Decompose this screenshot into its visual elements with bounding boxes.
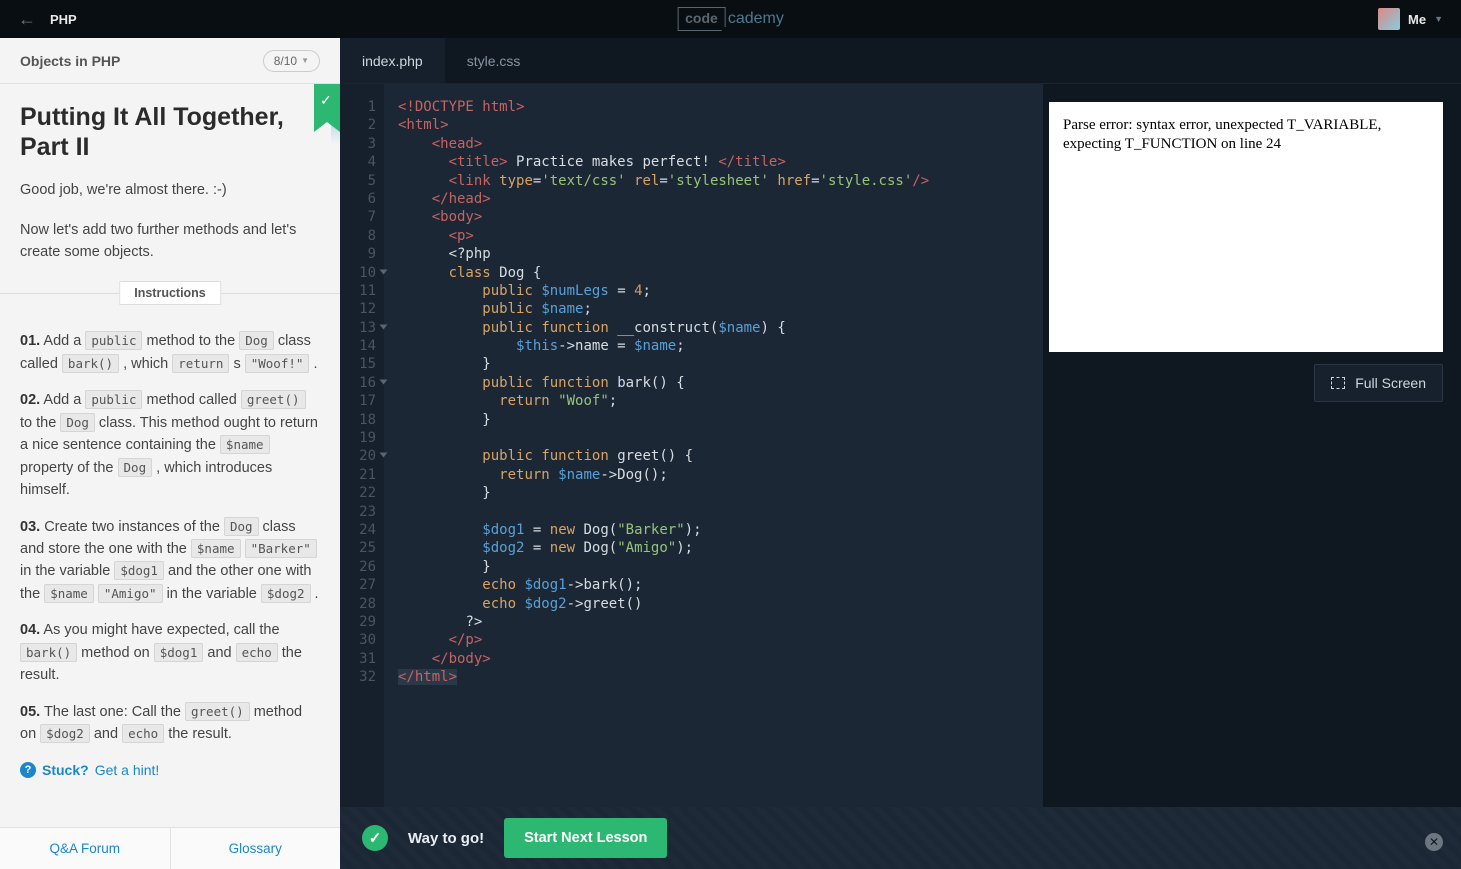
- step-selector[interactable]: 8/10 ▼: [263, 50, 320, 72]
- completed-ribbon: ✓: [314, 84, 340, 122]
- close-icon[interactable]: ✕: [1425, 833, 1443, 851]
- intro-text-2: Now let's add two further methods and le…: [20, 220, 320, 264]
- instructions-panel: Objects in PHP 8/10 ▼ ✓ Putting It All T…: [0, 38, 340, 869]
- start-next-lesson-button[interactable]: Start Next Lesson: [504, 818, 667, 858]
- instruction-item: 04. As you might have expected, call the…: [20, 619, 320, 686]
- instruction-item: 03. Create two instances of the Dog clas…: [20, 516, 320, 606]
- hint-row[interactable]: ? Stuck? Get a hint!: [20, 762, 320, 778]
- help-icon: ?: [20, 762, 36, 778]
- fullscreen-button[interactable]: Full Screen: [1314, 364, 1443, 402]
- qa-forum-link[interactable]: Q&A Forum: [0, 828, 170, 869]
- avatar: [1378, 8, 1400, 30]
- instructions-label: Instructions: [119, 281, 221, 305]
- stuck-label: Stuck?: [42, 762, 89, 778]
- chevron-down-icon: ▼: [1434, 14, 1443, 24]
- logo-box: code: [677, 7, 726, 31]
- footer-bar: ✓ Way to go! Start Next Lesson ✕: [340, 807, 1461, 869]
- course-title: PHP: [50, 12, 77, 27]
- work-area: index.phpstyle.css 123456789101112131415…: [340, 38, 1461, 869]
- chevron-down-icon: ▼: [301, 56, 309, 65]
- user-menu[interactable]: Me ▼: [1378, 8, 1443, 30]
- editor-tab[interactable]: index.php: [340, 38, 445, 83]
- me-label: Me: [1408, 12, 1426, 27]
- instruction-list: 01. Add a public method to the Dog class…: [20, 330, 320, 746]
- line-gutter: 1234567891011121314151617181920212223242…: [340, 84, 384, 869]
- glossary-link[interactable]: Glossary: [170, 828, 341, 869]
- instruction-item: 02. Add a public method called greet() t…: [20, 389, 320, 501]
- preview-output: Parse error: syntax error, unexpected T_…: [1049, 102, 1443, 352]
- exercise-title: Putting It All Together, Part II: [20, 102, 320, 162]
- fullscreen-label: Full Screen: [1355, 375, 1426, 391]
- back-arrow-icon[interactable]: ←: [18, 9, 36, 30]
- editor-row: 1234567891011121314151617181920212223242…: [340, 84, 1461, 869]
- check-icon: ✓: [320, 92, 332, 109]
- code-editor[interactable]: 1234567891011121314151617181920212223242…: [340, 84, 1043, 869]
- lesson-body[interactable]: ✓ Putting It All Together, Part II Good …: [0, 84, 340, 827]
- main: Objects in PHP 8/10 ▼ ✓ Putting It All T…: [0, 38, 1461, 869]
- instruction-item: 05. The last one: Call the greet() metho…: [20, 701, 320, 746]
- editor-tabs: index.phpstyle.css: [340, 38, 1461, 84]
- code-area[interactable]: <!DOCTYPE html><html> <head> <title> Pra…: [384, 84, 1043, 869]
- preview-panel: Parse error: syntax error, unexpected T_…: [1043, 84, 1461, 869]
- logo-text: cademy: [728, 10, 784, 28]
- instruction-item: 01. Add a public method to the Dog class…: [20, 330, 320, 375]
- step-text: 8/10: [274, 54, 297, 68]
- status-text: Way to go!: [408, 830, 484, 847]
- success-icon: ✓: [362, 825, 388, 851]
- fullscreen-wrap: Full Screen: [1049, 364, 1443, 402]
- lesson-name: Objects in PHP: [20, 53, 120, 69]
- topbar: ← PHP code cademy Me ▼: [0, 0, 1461, 38]
- bottom-links: Q&A Forum Glossary: [0, 827, 340, 869]
- fullscreen-icon: [1331, 377, 1345, 389]
- logo[interactable]: code cademy: [677, 7, 784, 31]
- hint-link[interactable]: Get a hint!: [95, 762, 160, 778]
- topbar-left: ← PHP: [18, 9, 77, 30]
- lesson-header: Objects in PHP 8/10 ▼: [0, 38, 340, 84]
- editor-tab[interactable]: style.css: [445, 38, 543, 83]
- intro-text-1: Good job, we're almost there. :-): [20, 180, 320, 202]
- instructions-divider: Instructions: [0, 293, 340, 294]
